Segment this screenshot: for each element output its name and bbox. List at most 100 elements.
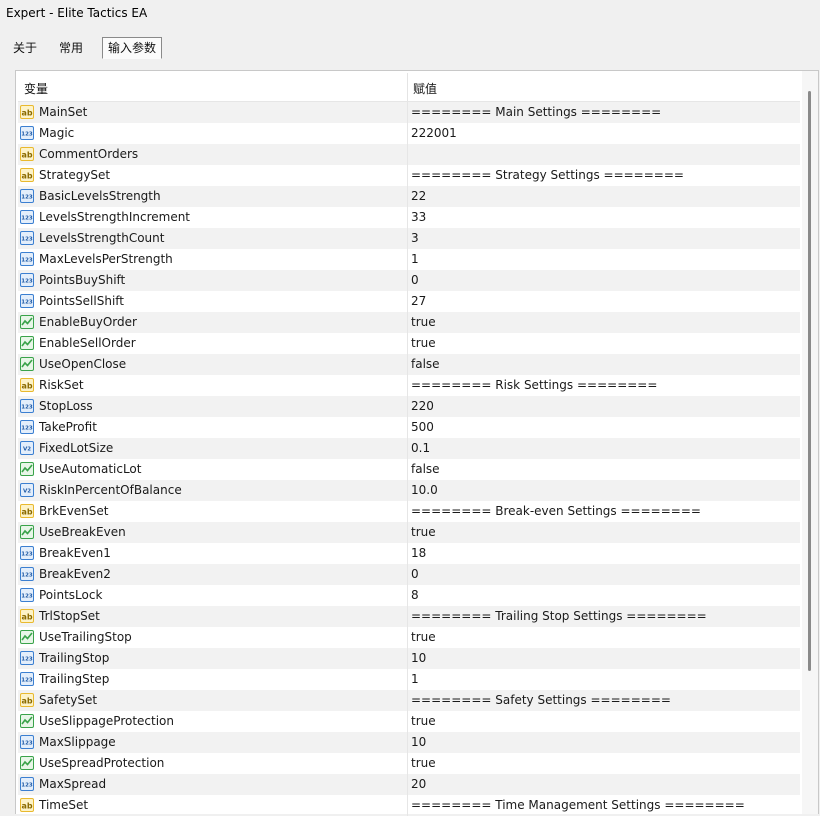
parameter-value[interactable]: 3 [411,231,419,245]
tab-inputs[interactable]: 输入参数 [102,37,163,59]
tab-common[interactable]: 常用 [54,38,88,58]
parameter-value[interactable]: 1 [411,252,419,266]
parameter-value[interactable]: 0 [411,567,419,581]
parameter-value[interactable]: false [411,462,440,476]
parameter-value[interactable]: 10 [411,735,426,749]
svg-text:ab: ab [21,172,32,181]
table-row[interactable]: 123 MaxSlippage 10 [18,732,800,753]
table-row[interactable]: V2 RiskInPercentOfBalance 10.0 [18,480,800,501]
parameter-value[interactable]: 0 [411,273,419,287]
parameter-value[interactable]: ======== Time Management Settings ======… [411,798,745,812]
table-row[interactable]: UseSlippageProtection true [18,711,800,732]
table-row[interactable]: 123 BreakEven1 18 [18,543,800,564]
table-row[interactable]: ab TrlStopSet ======== Trailing Stop Setti… [18,606,800,627]
integer-type-icon: 123 [20,273,34,287]
parameter-value[interactable]: 220 [411,399,434,413]
integer-type-icon: 123 [20,294,34,308]
column-header-value[interactable]: 赋值 [413,80,437,97]
parameter-value[interactable]: 22 [411,189,426,203]
parameter-value[interactable]: false [411,357,440,371]
table-row[interactable]: EnableSellOrder true [18,333,800,354]
parameter-name: RiskSet [39,378,84,392]
svg-text:123: 123 [21,783,33,789]
parameter-value[interactable]: ======== Risk Settings ======== [411,378,657,392]
parameter-value[interactable]: 10.0 [411,483,438,497]
cell-divider [407,543,408,564]
svg-text:123: 123 [21,426,33,432]
table-row[interactable]: 123 Magic 222001 [18,123,800,144]
table-row[interactable]: ab StrategySet ======== Strategy Settings … [18,165,800,186]
table-row[interactable]: UseTrailingStop true [18,627,800,648]
integer-type-icon: 123 [20,399,34,413]
table-row[interactable]: 123 PointsBuyShift 0 [18,270,800,291]
parameter-value[interactable]: 8 [411,588,419,602]
table-row[interactable]: EnableBuyOrder true [18,312,800,333]
parameter-name: BasicLevelsStrength [39,189,161,203]
parameter-value[interactable]: true [411,525,436,539]
parameter-value[interactable]: 33 [411,210,426,224]
parameter-value[interactable]: 500 [411,420,434,434]
parameter-name: UseSlippageProtection [39,714,174,728]
parameter-value[interactable]: 18 [411,546,426,560]
parameter-value[interactable]: ======== Strategy Settings ======== [411,168,684,182]
parameter-value[interactable]: ======== Safety Settings ======== [411,693,671,707]
cell-divider [407,564,408,585]
table-row[interactable]: 123 LevelsStrengthCount 3 [18,228,800,249]
table-row[interactable]: V2 FixedLotSize 0.1 [18,438,800,459]
table-row[interactable]: ab CommentOrders [18,144,800,165]
parameter-value[interactable]: 20 [411,777,426,791]
parameter-value[interactable]: true [411,714,436,728]
parameter-value[interactable]: 0.1 [411,441,430,455]
cell-divider [407,480,408,501]
parameter-value[interactable]: true [411,756,436,770]
table-row[interactable]: 123 TrailingStop 10 [18,648,800,669]
parameter-name: BrkEvenSet [39,504,109,518]
table-row[interactable]: UseAutomaticLot false [18,459,800,480]
table-row[interactable]: 123 PointsSellShift 27 [18,291,800,312]
vertical-scrollbar[interactable] [802,71,818,814]
parameter-value[interactable]: 10 [411,651,426,665]
table-row[interactable]: UseSpreadProtection true [18,753,800,774]
parameter-value[interactable]: ======== Main Settings ======== [411,105,661,119]
table-row[interactable]: 123 MaxLevelsPerStrength 1 [18,249,800,270]
parameter-value[interactable]: 1 [411,672,419,686]
parameter-value[interactable]: ======== Trailing Stop Settings ======== [411,609,707,623]
parameter-name: EnableSellOrder [39,336,136,350]
parameter-name: UseOpenClose [39,357,127,371]
parameter-value[interactable]: true [411,630,436,644]
table-row[interactable]: 123 TrailingStep 1 [18,669,800,690]
table-row[interactable]: 123 TakeProfit 500 [18,417,800,438]
table-header: 变量 赋值 [18,73,800,102]
cell-divider [407,249,408,270]
string-type-icon: ab [20,147,34,161]
table-row[interactable]: ab BrkEvenSet ======== Break-even Settings… [18,501,800,522]
table-row[interactable]: 123 StopLoss 220 [18,396,800,417]
tab-about[interactable]: 关于 [8,38,42,58]
table-row[interactable]: 123 PointsLock 8 [18,585,800,606]
column-header-variable[interactable]: 变量 [24,80,48,97]
parameter-value[interactable]: 27 [411,294,426,308]
parameter-value[interactable]: true [411,336,436,350]
table-row[interactable]: 123 LevelsStrengthIncrement 33 [18,207,800,228]
parameter-value[interactable]: ======== Break-even Settings ======== [411,504,701,518]
table-row[interactable]: 123 BreakEven2 0 [18,564,800,585]
boolean-type-icon [20,357,34,371]
table-row[interactable]: UseOpenClose false [18,354,800,375]
column-separator[interactable] [407,73,408,101]
table-row[interactable]: ab SafetySet ======== Safety Settings ====… [18,690,800,711]
table-row[interactable]: 123 MaxSpread 20 [18,774,800,795]
parameter-value[interactable]: 222001 [411,126,457,140]
integer-type-icon: 123 [20,735,34,749]
table-row[interactable]: UseBreakEven true [18,522,800,543]
table-row[interactable]: ab RiskSet ======== Risk Settings ======== [18,375,800,396]
table-row[interactable]: 123 BasicLevelsStrength 22 [18,186,800,207]
svg-text:V2: V2 [23,489,31,495]
table-row[interactable]: ab MainSet ======== Main Settings ======== [18,102,800,123]
svg-text:V2: V2 [23,447,31,453]
parameter-value[interactable]: true [411,315,436,329]
integer-type-icon: 123 [20,672,34,686]
parameter-name: CommentOrders [39,147,139,161]
scrollbar-thumb[interactable] [808,91,811,671]
parameter-name: PointsBuyShift [39,273,126,287]
cell-divider [407,186,408,207]
